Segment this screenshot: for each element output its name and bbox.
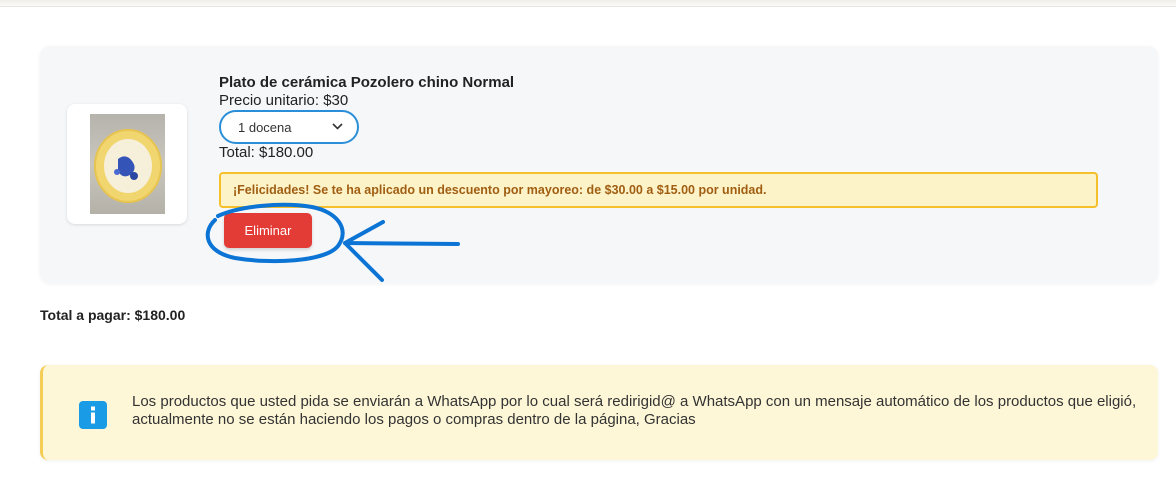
remove-button[interactable]: Eliminar — [224, 213, 312, 248]
info-icon — [79, 401, 107, 429]
quantity-select-value: 1 docena — [238, 119, 292, 135]
product-name: Plato de cerámica Pozolero chino Normal — [219, 74, 515, 91]
cart-item-card: Plato de cerámica Pozolero chino Normal … — [40, 46, 1158, 283]
cart-page: Plato de cerámica Pozolero chino Normal … — [0, 0, 1176, 493]
quantity-select[interactable]: 1 docena — [219, 110, 359, 144]
product-thumbnail — [67, 104, 187, 224]
notice-text: Los productos que usted pida se enviarán… — [132, 393, 1137, 428]
grand-total: Total a pagar: $180.00 — [40, 307, 186, 323]
discount-banner: ¡Felicidades! Se te ha aplicado un descu… — [219, 172, 1098, 208]
product-photo — [90, 114, 165, 214]
unit-price: Precio unitario: $30 — [219, 92, 349, 109]
chevron-down-icon — [332, 121, 343, 133]
product-info: Plato de cerámica Pozolero chino Normal … — [219, 74, 1099, 161]
line-total: Total: $180.00 — [219, 144, 314, 161]
whatsapp-notice: Los productos que usted pida se enviarán… — [40, 365, 1158, 460]
top-edge — [0, 0, 1176, 7]
